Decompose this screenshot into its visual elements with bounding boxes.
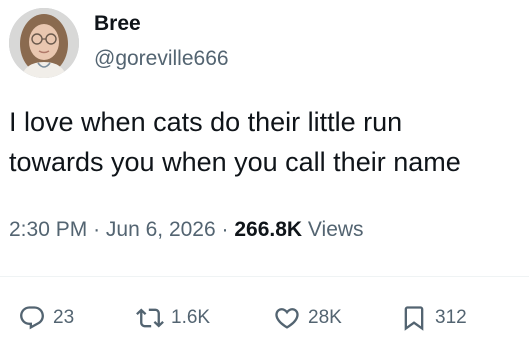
profile-photo [9,8,79,78]
meta-separator: · [221,218,229,241]
retweet-icon [136,308,164,328]
author-name[interactable]: Bree [94,12,141,36]
bookmark-icon [404,306,424,331]
views-count: 266.8K [234,218,303,241]
bookmark-count: 312 [435,307,467,328]
tweet-text: I love when cats do their little run tow… [9,102,524,182]
reply-button[interactable]: 23 [18,296,74,340]
tweet-text-line: towards you when you call their name [9,147,461,177]
retweet-button[interactable]: 1.6K [136,296,210,340]
bookmark-button[interactable]: 312 [400,296,467,340]
like-button[interactable]: 28K [273,296,342,340]
like-count: 28K [308,307,342,328]
reply-icon [20,306,44,330]
avatar[interactable] [9,8,79,78]
views-label: Views [307,218,364,241]
tweet-text-line: I love when cats do their little run [9,107,403,137]
tweet-time[interactable]: 2:30 PM [9,218,87,241]
divider [0,276,529,277]
tweet-date[interactable]: Jun 6, 2026 [106,218,216,241]
heart-icon [275,308,299,329]
tweet-card: Bree @goreville666 I love when cats do t… [0,0,529,344]
retweet-count: 1.6K [171,307,211,328]
author-handle[interactable]: @goreville666 [94,47,229,71]
tweet-meta: 2:30 PM · Jun 6, 2026 · 266.8K Views [9,216,364,244]
reply-count: 23 [53,307,75,328]
meta-separator: · [93,218,101,241]
action-bar: 23 1.6K 28K 312 [0,296,529,340]
